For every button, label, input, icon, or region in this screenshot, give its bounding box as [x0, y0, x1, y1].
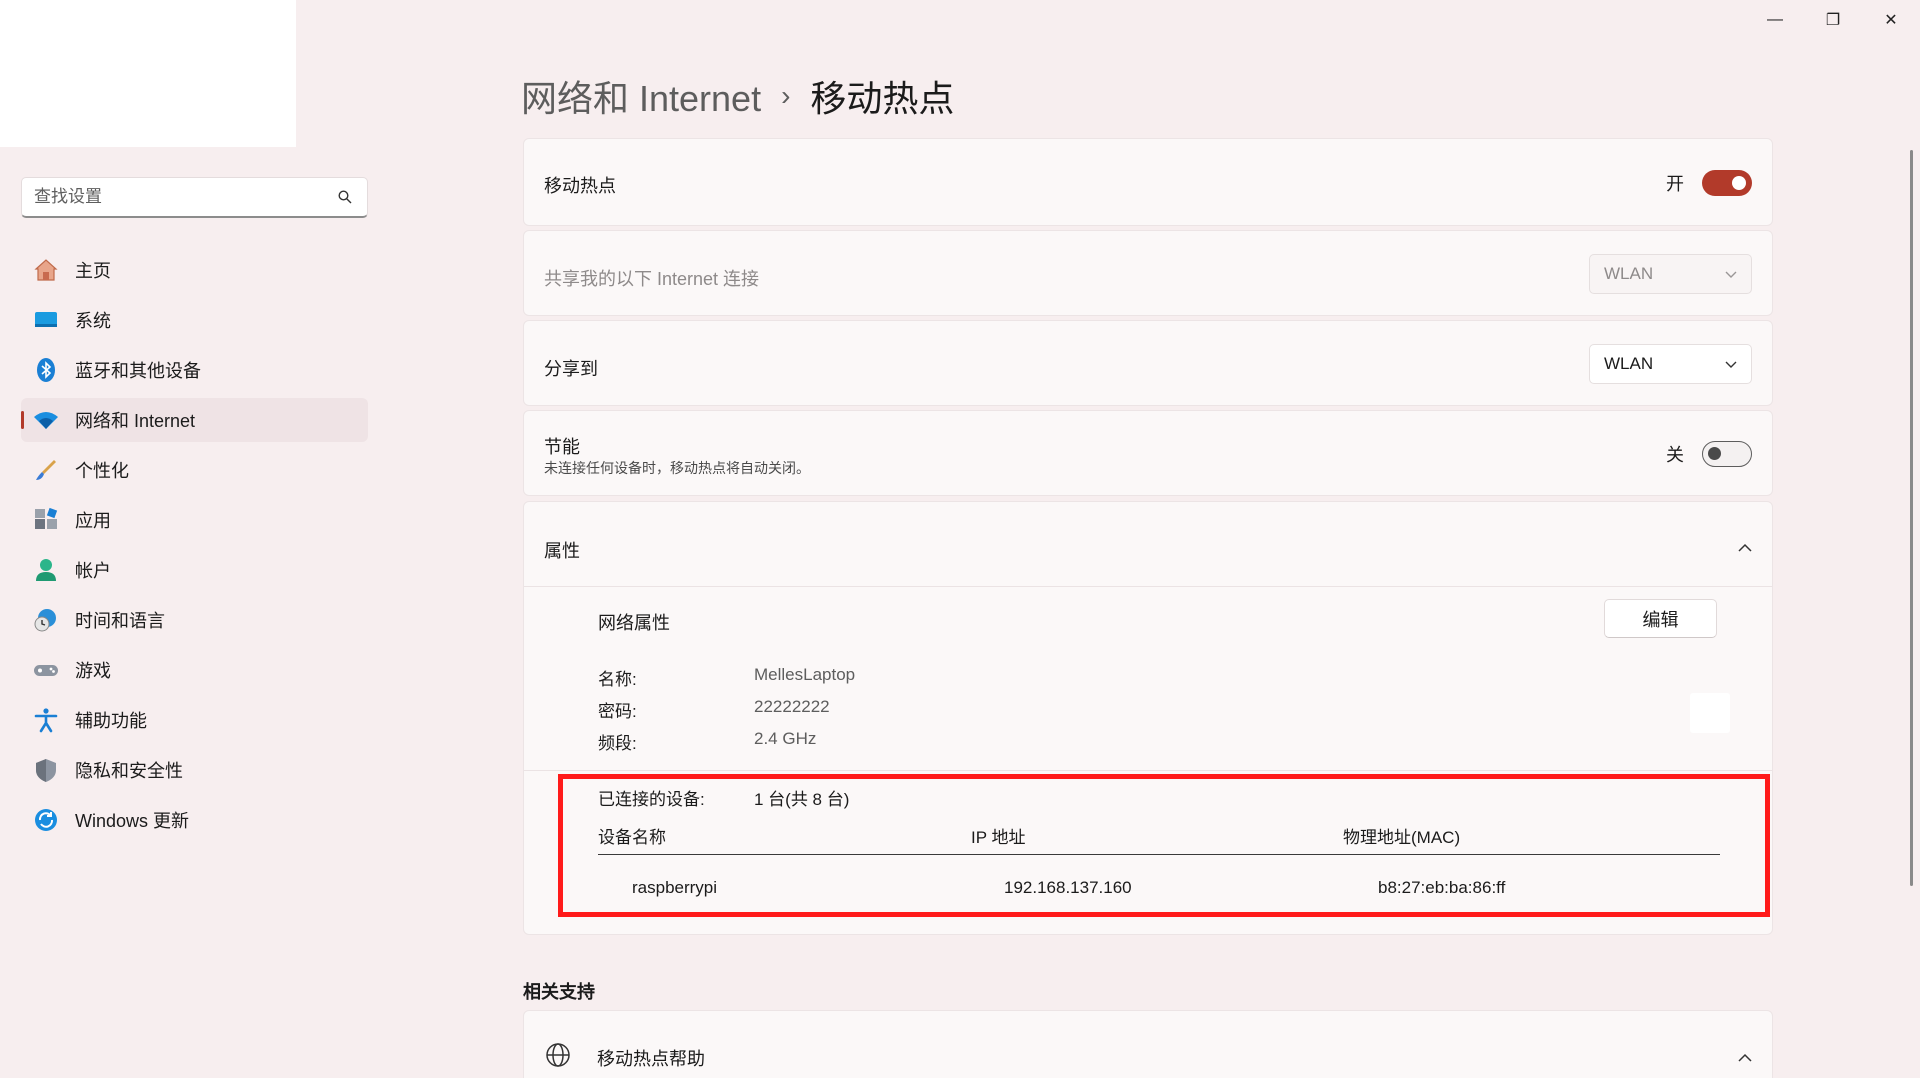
name-key: 名称:: [598, 670, 637, 689]
sidebar-item-accounts[interactable]: 帐户: [21, 548, 368, 592]
network-properties-label: 网络属性: [598, 613, 670, 633]
chevron-down-icon: [1725, 264, 1737, 284]
band-value: 2.4 GHz: [754, 729, 817, 748]
share-from-value: WLAN: [1604, 264, 1654, 283]
copy-placeholder: [1690, 693, 1730, 733]
sidebar-item-personalization[interactable]: 个性化: [21, 448, 368, 492]
breadcrumb-parent[interactable]: 网络和 Internet: [521, 70, 761, 122]
sidebar-nav: 主页 系统 蓝牙和其他设备 网络和 Internet 个性化 应用 帐户 时间和…: [21, 248, 368, 848]
chevron-up-icon[interactable]: [1738, 537, 1752, 557]
sidebar-item-label: 隐私和安全性: [75, 761, 183, 781]
band-key: 频段:: [598, 734, 637, 753]
gaming-icon: [33, 657, 59, 683]
system-icon: [33, 307, 59, 333]
share-from-card: 共享我的以下 Internet 连接 WLAN: [523, 230, 1773, 316]
hotspot-toggle[interactable]: [1702, 170, 1752, 196]
power-saving-toggle-group: 关: [1666, 441, 1752, 467]
share-from-dropdown[interactable]: WLAN: [1589, 254, 1752, 294]
sidebar-item-label: 时间和语言: [75, 611, 165, 631]
highlight-box: [558, 774, 1770, 917]
hotspot-help-label: 移动热点帮助: [597, 1049, 705, 1069]
sidebar-item-apps[interactable]: 应用: [21, 498, 368, 542]
search-box[interactable]: [21, 177, 368, 218]
properties-divider: [524, 770, 1772, 771]
power-saving-card: 节能 未连接任何设备时，移动热点将自动关闭。 关: [523, 410, 1773, 496]
sidebar-item-time-language[interactable]: 时间和语言: [21, 598, 368, 642]
globe-icon: [544, 1041, 572, 1074]
properties-label[interactable]: 属性: [544, 537, 580, 563]
sidebar-item-bluetooth[interactable]: 蓝牙和其他设备: [21, 348, 368, 392]
hotspot-label: 移动热点: [544, 176, 616, 196]
sidebar-item-label: 网络和 Internet: [75, 411, 196, 431]
hotspot-toggle-group: 开: [1666, 170, 1752, 196]
properties-divider: [524, 586, 1772, 587]
hotspot-card: 移动热点 开: [523, 138, 1773, 226]
share-to-dropdown[interactable]: WLAN: [1589, 344, 1752, 384]
hotspot-help-card[interactable]: 移动热点帮助: [523, 1010, 1773, 1078]
sidebar-item-label: 游戏: [75, 661, 111, 681]
sidebar-item-label: 系统: [75, 311, 111, 331]
password-value: 22222222: [754, 697, 830, 716]
sidebar-item-windows-update[interactable]: Windows 更新: [21, 798, 368, 842]
sidebar-item-privacy[interactable]: 隐私和安全性: [21, 748, 368, 792]
brush-icon: [33, 457, 59, 483]
chevron-down-icon: [1725, 354, 1737, 374]
page-title: 移动热点: [810, 78, 955, 119]
sidebar-item-accessibility[interactable]: 辅助功能: [21, 698, 368, 742]
shield-icon: [33, 757, 59, 783]
close-button[interactable]: ✕: [1862, 0, 1920, 40]
sidebar-item-system[interactable]: 系统: [21, 298, 368, 342]
sidebar-item-label: 主页: [75, 261, 111, 281]
search-icon[interactable]: [335, 187, 355, 207]
update-icon: [33, 807, 59, 833]
search-input[interactable]: [34, 187, 335, 207]
toggle-knob: [1708, 447, 1721, 460]
time-language-icon: [33, 607, 59, 633]
power-saving-state-text: 关: [1666, 445, 1684, 465]
breadcrumb: 网络和 Internet › 移动热点: [521, 70, 954, 122]
chevron-up-icon[interactable]: [1738, 1047, 1752, 1067]
related-support-title: 相关支持: [523, 982, 595, 1002]
power-saving-description: 未连接任何设备时，移动热点将自动关闭。: [544, 460, 810, 476]
sidebar-item-label: Windows 更新: [75, 811, 190, 831]
sidebar-item-label: 辅助功能: [75, 711, 147, 731]
power-saving-toggle[interactable]: [1702, 441, 1752, 467]
bluetooth-icon: [33, 357, 59, 383]
sidebar-item-label: 应用: [75, 511, 111, 531]
home-icon: [33, 257, 59, 283]
password-key: 密码:: [598, 702, 637, 721]
apps-icon: [33, 507, 59, 533]
restore-button[interactable]: ❐: [1804, 0, 1862, 40]
edit-button[interactable]: 编辑: [1604, 599, 1717, 638]
minimize-button[interactable]: —: [1746, 0, 1804, 40]
name-value: MellesLaptop: [754, 665, 856, 684]
sidebar-item-home[interactable]: 主页: [21, 248, 368, 292]
sidebar-item-label: 个性化: [75, 461, 129, 481]
toggle-knob: [1732, 176, 1746, 190]
share-from-label: 共享我的以下 Internet 连接: [544, 269, 760, 289]
sidebar-item-label: 蓝牙和其他设备: [75, 361, 201, 381]
hotspot-state-text: 开: [1666, 174, 1684, 194]
share-to-card: 分享到 WLAN: [523, 320, 1773, 406]
sidebar-item-label: 帐户: [75, 561, 111, 581]
breadcrumb-separator: ›: [781, 80, 791, 111]
share-to-value: WLAN: [1604, 354, 1654, 373]
edit-button-label: 编辑: [1642, 609, 1679, 630]
scrollbar[interactable]: [1910, 150, 1913, 886]
account-icon: [33, 557, 59, 583]
sidebar-item-network[interactable]: 网络和 Internet: [21, 398, 368, 442]
share-to-label: 分享到: [544, 359, 598, 379]
power-saving-label: 节能: [544, 437, 580, 457]
sidebar-item-gaming[interactable]: 游戏: [21, 648, 368, 692]
accessibility-icon: [33, 707, 59, 733]
app-title-area: [0, 0, 296, 147]
wifi-icon: [33, 407, 59, 433]
